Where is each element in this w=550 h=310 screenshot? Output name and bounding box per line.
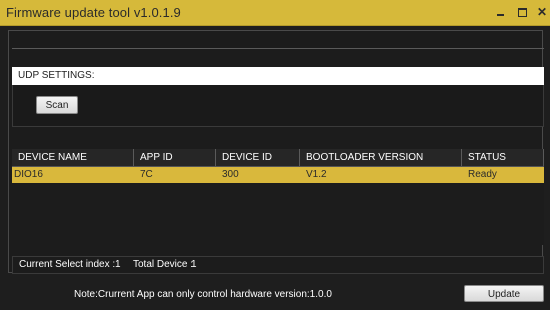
maximize-icon[interactable] — [512, 3, 532, 21]
table-row[interactable]: DIO16 7C 300 V1.2 Ready — [12, 167, 544, 183]
title-bar: Firmware update tool v1.0.1.9 ✕ — [0, 0, 550, 26]
minimize-icon[interactable] — [490, 3, 510, 21]
current-select-label: Current Select index : — [19, 259, 116, 270]
scan-button[interactable]: Scan — [36, 96, 78, 114]
divider — [12, 48, 544, 49]
current-select-value: 1 — [115, 259, 121, 270]
column-header-status[interactable]: STATUS — [462, 149, 544, 166]
status-bar: Current Select index : 1 Total Device : … — [12, 256, 544, 274]
column-header-bootloader-version[interactable]: BOOTLOADER VERSION — [300, 149, 462, 166]
column-header-device-name[interactable]: DEVICE NAME — [12, 149, 134, 166]
total-device-label: Total Device : — [133, 259, 194, 270]
column-header-app-id[interactable]: APP ID — [134, 149, 216, 166]
device-table: DEVICE NAME APP ID DEVICE ID BOOTLOADER … — [12, 149, 544, 245]
update-button[interactable]: Update — [464, 285, 544, 302]
cell-bootloader-version: V1.2 — [306, 169, 327, 180]
cell-device-id: 300 — [222, 169, 239, 180]
udp-settings-header: UDP SETTINGS: — [12, 67, 544, 85]
close-icon[interactable]: ✕ — [532, 3, 550, 21]
cell-device-name: DIO16 — [14, 169, 43, 180]
cell-status: Ready — [468, 169, 497, 180]
window-title: Firmware update tool v1.0.1.9 — [6, 5, 181, 20]
total-device-value: 1 — [191, 259, 197, 270]
hardware-note: Note:Crurrent App can only control hardw… — [74, 289, 332, 300]
table-header: DEVICE NAME APP ID DEVICE ID BOOTLOADER … — [12, 149, 544, 167]
cell-app-id: 7C — [140, 169, 153, 180]
column-header-device-id[interactable]: DEVICE ID — [216, 149, 300, 166]
udp-settings-panel — [12, 85, 544, 127]
